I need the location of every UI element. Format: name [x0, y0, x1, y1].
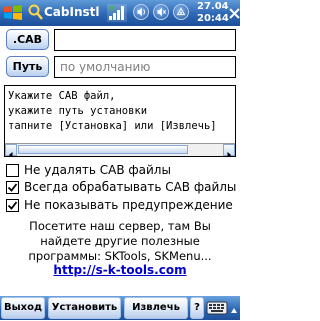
connectivity-icon[interactable] [173, 4, 189, 20]
scroll-right-icon[interactable] [223, 144, 235, 156]
volume-mute-icon[interactable] [153, 4, 169, 20]
install-path-field[interactable]: по умолчанию [54, 56, 236, 78]
checkmark-icon [7, 183, 18, 192]
path-select-button[interactable]: Путь [6, 56, 49, 77]
window-title: CabInstl [44, 5, 100, 19]
cab-file-field[interactable] [54, 29, 236, 51]
signal-strength-icon[interactable] [107, 4, 127, 22]
title-bar: CabInstl 27.04 20:44 [0, 0, 240, 26]
horizontal-scrollbar[interactable] [5, 143, 235, 156]
scrollbar-thumb[interactable] [18, 145, 188, 154]
website-link[interactable]: http://s-k-tools.com [0, 263, 240, 277]
extract-button[interactable]: Извлечь [124, 297, 188, 319]
exit-button[interactable]: Выход [1, 297, 45, 319]
checkmark-icon [7, 201, 18, 210]
windows-start-icon[interactable] [2, 2, 24, 24]
clock-time: 20:44 [197, 13, 229, 24]
keyboard-icon[interactable] [206, 299, 228, 317]
info-text: Посетите наш сервер, там Вы найдете друг… [28, 219, 212, 263]
cab-select-button[interactable]: .CAB [6, 29, 49, 50]
scroll-left-icon[interactable] [5, 144, 17, 156]
checkbox-always-process[interactable] [6, 181, 19, 194]
option-label: Не удалять CAB файлы [24, 163, 171, 177]
instructions-textbox[interactable]: Укажите CAB файл, укажите путь установки… [4, 85, 236, 157]
checkbox-no-warning[interactable] [6, 199, 19, 212]
help-button[interactable]: ? [190, 297, 204, 319]
clock[interactable]: 27.04 20:44 [197, 1, 229, 25]
option-label: Не показывать предупреждение [24, 198, 233, 212]
app-icon [28, 4, 43, 20]
bottom-menu-bar: Выход Установить Извлечь ? [0, 296, 240, 320]
option-label: Всегда обрабатывать CAB файлы [24, 180, 237, 194]
checkbox-keep-cab[interactable] [6, 164, 19, 177]
install-button[interactable]: Установить [48, 297, 121, 319]
instructions-text: Укажите CAB файл, укажите путь установки… [8, 90, 217, 132]
input-menu-arrow-icon[interactable] [230, 302, 238, 314]
close-icon[interactable] [229, 4, 240, 22]
clock-date: 27.04 [197, 1, 229, 12]
volume-icon[interactable] [133, 4, 149, 20]
